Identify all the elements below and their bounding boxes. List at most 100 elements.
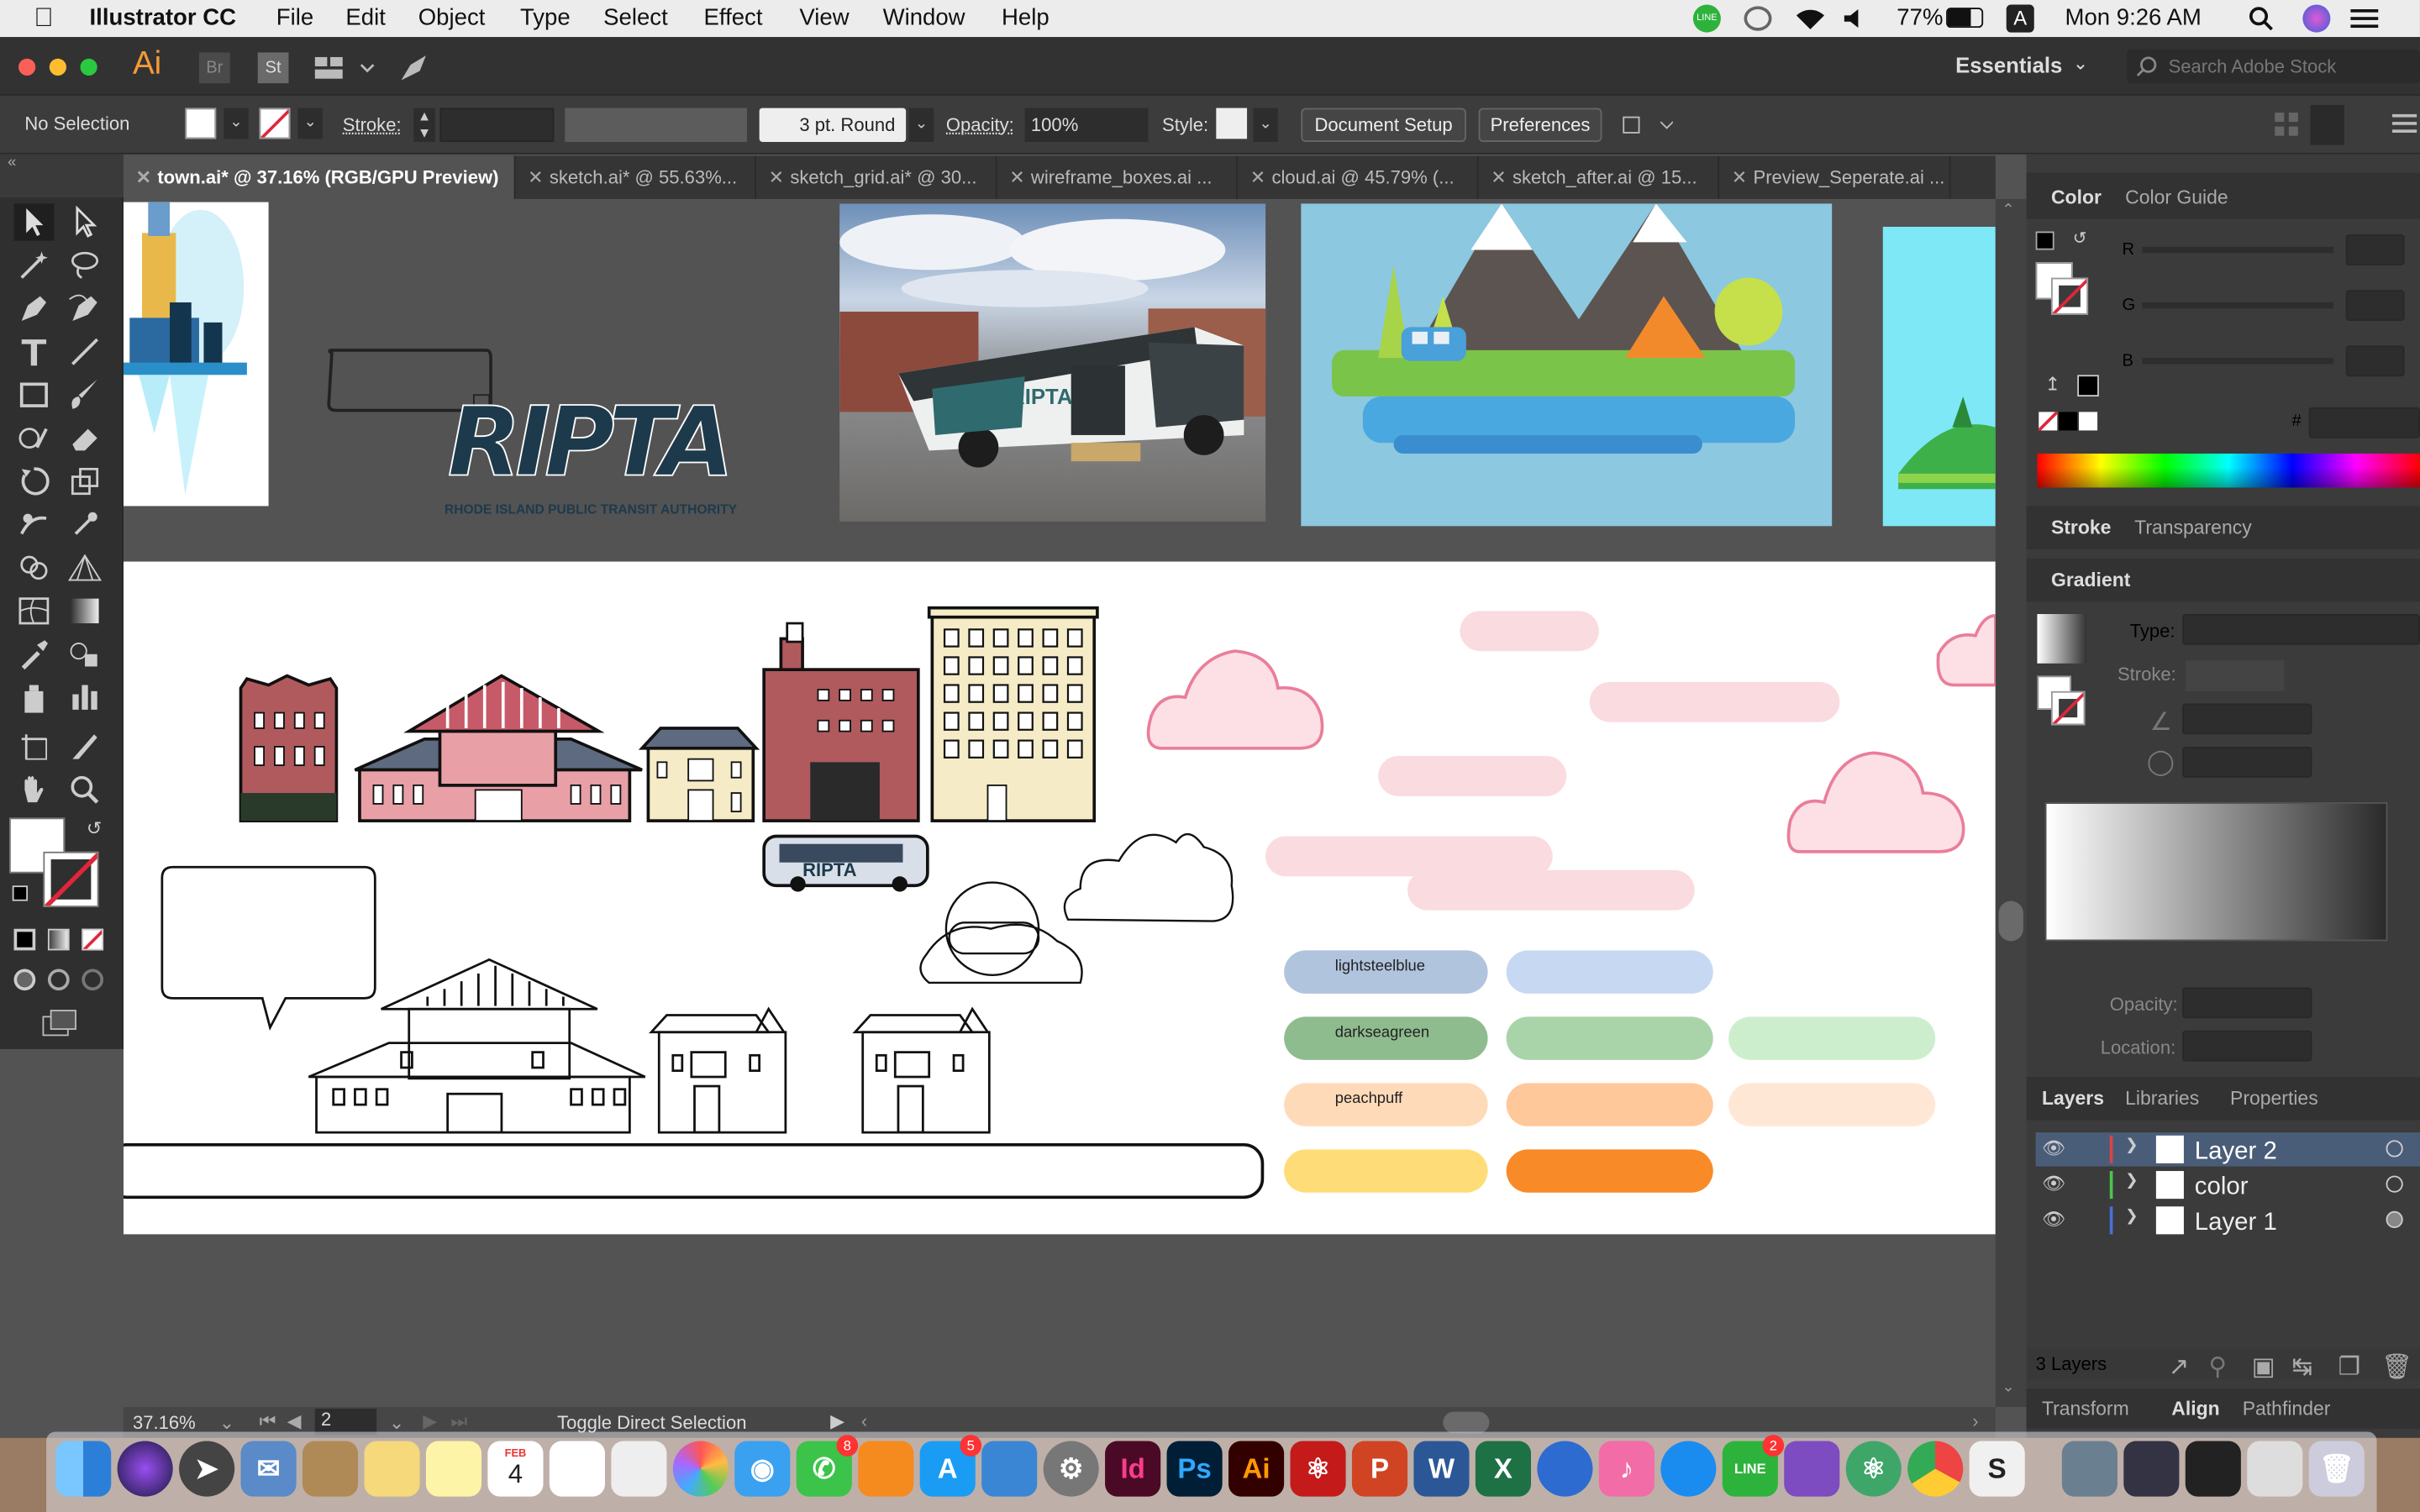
zoom-level[interactable]: 37.16%: [133, 1412, 196, 1434]
menu-help[interactable]: Help: [1002, 5, 1050, 31]
bus-photo[interactable]: RIPTA: [839, 203, 1266, 522]
brush-definition[interactable]: 3 pt. Round: [759, 108, 907, 142]
eraser-tool-icon[interactable]: [65, 420, 105, 457]
finder-icon[interactable]: [55, 1441, 112, 1497]
type-tool-icon[interactable]: [14, 333, 55, 370]
red-field[interactable]: [2345, 234, 2405, 265]
tab-transparency[interactable]: Transparency: [2134, 517, 2252, 538]
excel-icon[interactable]: X: [1475, 1441, 1532, 1497]
tab-pathfinder[interactable]: Pathfinder: [2243, 1398, 2331, 1420]
select-similar-icon[interactable]: [1621, 111, 1673, 139]
gradient-type-select[interactable]: [2182, 614, 2420, 645]
align-grid-icon[interactable]: [2273, 111, 2301, 139]
camping-illustration[interactable]: [1301, 203, 1833, 527]
minimize-window-button[interactable]: [49, 58, 66, 76]
gradient-thumbnail[interactable]: [2037, 614, 2087, 664]
expand-layer-icon[interactable]: ❯: [2125, 1208, 2138, 1225]
wifi-icon[interactable]: [1793, 6, 1827, 30]
chrome-icon[interactable]: [1907, 1441, 1964, 1497]
spotlight-icon[interactable]: [2249, 6, 2273, 31]
photos-icon[interactable]: [672, 1441, 729, 1497]
style-chevron-icon[interactable]: ⌄: [1253, 108, 1278, 142]
black-color-swatch[interactable]: [2059, 412, 2078, 431]
layer-row[interactable]: 👁 ❯ color: [2036, 1168, 2420, 1201]
delete-layer-icon[interactable]: 🗑: [2381, 1352, 2412, 1383]
new-sublayer-icon[interactable]: ↹: [2291, 1352, 2312, 1383]
close-tab-icon[interactable]: ✕: [1009, 156, 1024, 199]
stroke-color-swatch[interactable]: [43, 851, 99, 907]
color-swap-icon[interactable]: ↺: [2073, 228, 2087, 249]
horizontal-scroll-thumb[interactable]: [1443, 1411, 1490, 1434]
perspective-grid-tool-icon[interactable]: [65, 549, 105, 586]
close-tab-icon[interactable]: ✕: [769, 156, 784, 199]
sublime-icon[interactable]: S: [1969, 1441, 2025, 1497]
scale-tool-icon[interactable]: [65, 463, 105, 500]
swap-fill-stroke-icon[interactable]: ↺: [87, 817, 102, 839]
opacity-field[interactable]: 100%: [1024, 108, 1149, 142]
mail-stamp-icon[interactable]: ✉: [240, 1441, 297, 1497]
layer-target-icon[interactable]: [2386, 1175, 2403, 1193]
blend-tool-icon[interactable]: [65, 636, 105, 673]
layer-row[interactable]: 👁 ❯ Layer 2: [2035, 1132, 2420, 1167]
close-tab-icon[interactable]: ✕: [1491, 156, 1506, 199]
layer-name[interactable]: color: [2195, 1174, 2249, 1202]
next-artboard-icon[interactable]: ▶: [423, 1410, 437, 1432]
shape-builder-tool-icon[interactable]: [14, 549, 55, 586]
scroll-down-icon[interactable]: ⌄: [2002, 1379, 2014, 1396]
battery-icon[interactable]: [1946, 8, 1984, 29]
tab-sketch[interactable]: ✕ sketch.ai* @ 55.63%...: [515, 155, 756, 199]
close-tab-icon[interactable]: ✕: [1732, 156, 1747, 199]
stock-button[interactable]: St: [257, 52, 289, 84]
main-artboard[interactable]: RIPTA lightsteelblue darkseagreen peachp…: [123, 561, 1996, 1235]
tab-sketch-after[interactable]: ✕ sketch_after.ai @ 15...: [1479, 155, 1720, 199]
vertical-scroll-thumb[interactable]: [1998, 900, 2023, 942]
eye-icon[interactable]: 👁: [2042, 1173, 2065, 1194]
layer-name[interactable]: Layer 1: [2195, 1210, 2277, 1237]
apple-icon[interactable]: : [34, 3, 53, 34]
color-mode-icon[interactable]: [13, 928, 36, 951]
notes-icon[interactable]: [425, 1441, 482, 1497]
draw-behind-icon[interactable]: [47, 969, 70, 991]
system-preferences-icon[interactable]: ⚙: [1043, 1441, 1099, 1497]
siri-icon[interactable]: [2302, 4, 2331, 33]
warp-tool-icon[interactable]: [14, 506, 55, 543]
clock[interactable]: Mon 9:26 AM: [2065, 5, 2202, 31]
fill-chevron-icon[interactable]: ⌄: [224, 108, 249, 139]
color-spectrum[interactable]: [2037, 453, 2420, 488]
line-segment-tool-icon[interactable]: [65, 333, 105, 370]
puppet-warp-tool-icon[interactable]: [65, 506, 105, 543]
close-tab-icon[interactable]: ✕: [528, 156, 543, 199]
eyedropper-tool-icon[interactable]: [14, 636, 55, 673]
illustrator-dock-icon[interactable]: Ai: [1228, 1441, 1285, 1497]
fill-swatch[interactable]: [185, 108, 217, 139]
variable-width-profile[interactable]: [565, 108, 747, 142]
export-icon[interactable]: ↗: [2169, 1352, 2190, 1383]
screenshots-stack-icon[interactable]: [2185, 1441, 2241, 1497]
hand-tool-icon[interactable]: [14, 771, 55, 808]
keynote-icon[interactable]: [981, 1441, 1038, 1497]
paintbrush-tool-icon[interactable]: [65, 376, 105, 413]
stroke-swatch[interactable]: [259, 108, 291, 139]
bridge-button[interactable]: Br: [198, 52, 230, 84]
lasso-tool-icon[interactable]: [65, 247, 105, 284]
word-icon[interactable]: W: [1413, 1441, 1470, 1497]
chevron-down-icon[interactable]: ⌄: [2073, 52, 2088, 74]
ibooks-icon[interactable]: [858, 1441, 914, 1497]
draw-inside-icon[interactable]: [82, 969, 104, 991]
gradient-slider[interactable]: [2044, 802, 2388, 942]
safari-icon[interactable]: [1660, 1441, 1717, 1497]
siri-dock-icon[interactable]: [117, 1441, 173, 1497]
out-of-gamut-icon[interactable]: ↥: [2045, 373, 2060, 395]
selection-tool-icon[interactable]: [13, 203, 55, 241]
trash-icon[interactable]: 🗑: [2308, 1441, 2365, 1497]
gradient-stroke-swatch[interactable]: [2050, 690, 2086, 726]
menu-file[interactable]: File: [276, 5, 313, 31]
close-window-button[interactable]: [18, 58, 36, 76]
tab-properties[interactable]: Properties: [2230, 1088, 2318, 1110]
locate-object-icon[interactable]: ⚲: [2208, 1352, 2227, 1383]
tab-color[interactable]: Color: [2051, 186, 2102, 208]
layer-row[interactable]: 👁 ❯ Layer 1: [2036, 1204, 2420, 1237]
magic-wand-tool-icon[interactable]: [14, 247, 55, 284]
menu-select[interactable]: Select: [603, 5, 668, 31]
github-icon[interactable]: [1784, 1441, 1840, 1497]
